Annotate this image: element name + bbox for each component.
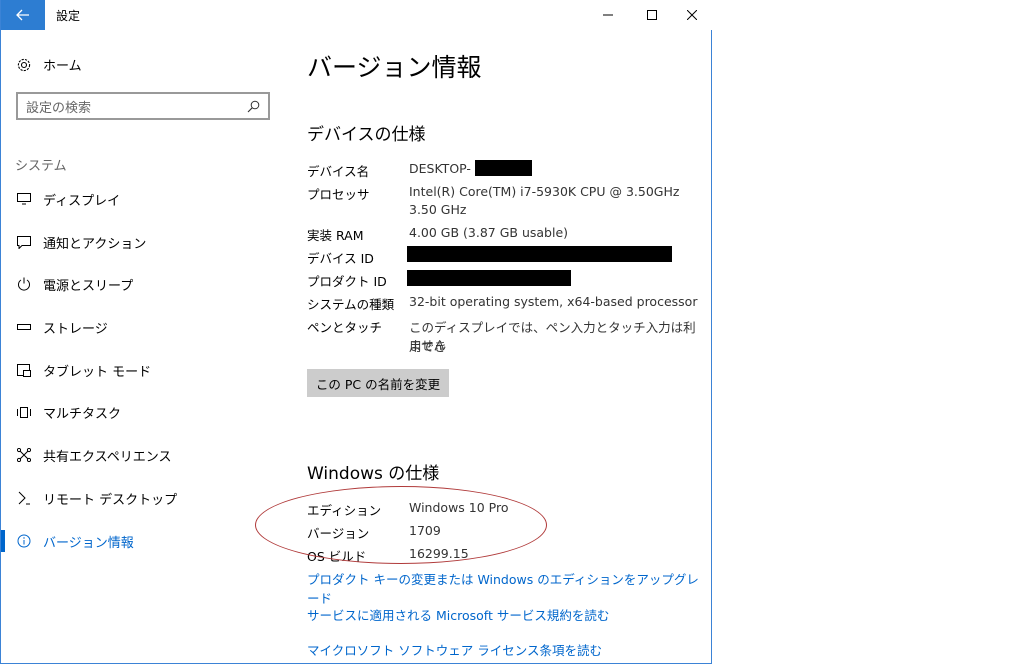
active-indicator	[1, 530, 5, 552]
title-bar: 設定	[1, 0, 712, 30]
remote-icon	[15, 491, 33, 505]
redaction-bar	[407, 246, 672, 262]
sidebar-item-remote-desktop[interactable]: リモート デスクトップ	[1, 483, 291, 513]
multitask-icon	[15, 406, 33, 418]
license-terms-link[interactable]: マイクロソフト ソフトウェア ライセンス条項を読む	[307, 640, 602, 659]
sidebar-item-label: タブレット モード	[43, 364, 152, 380]
spec-label: ペンとタッチ	[307, 320, 383, 335]
home-label: ホーム	[43, 59, 82, 74]
spec-value-continued: 3.50 GHz	[409, 202, 467, 217]
tablet-icon	[15, 363, 33, 377]
sidebar-home[interactable]: ホーム	[15, 55, 82, 74]
spec-label: システムの種類	[307, 297, 395, 312]
sidebar-item-tablet-mode[interactable]: タブレット モード	[1, 355, 291, 385]
sidebar-item-shared-experiences[interactable]: 共有エクスペリエンス	[1, 440, 291, 470]
section-label-system: システム	[15, 159, 67, 174]
gear-icon	[15, 57, 33, 73]
rename-pc-button[interactable]: この PC の名前を変更	[307, 369, 449, 397]
back-arrow-icon	[16, 9, 29, 21]
minimize-icon	[603, 14, 613, 16]
close-icon	[687, 10, 697, 20]
page-title: バージョン情報	[307, 53, 482, 82]
spec-label: デバイス名	[307, 164, 370, 179]
spec-label: 実装 RAM	[307, 228, 364, 243]
monitor-icon	[15, 193, 33, 205]
spec-label: プロダクト ID	[307, 274, 387, 289]
sidebar-item-multitasking[interactable]: マルチタスク	[1, 397, 291, 427]
window-title: 設定	[56, 9, 81, 23]
sidebar: ホーム 設定の検索 システム ディスプレイ 通知とアクション 電源とスリープ ス…	[1, 30, 291, 664]
power-icon	[15, 277, 33, 291]
sidebar-item-notifications[interactable]: 通知とアクション	[1, 227, 291, 257]
spec-value: 32-bit operating system, x64-based proce…	[409, 294, 698, 309]
sidebar-item-label: バージョン情報	[43, 535, 134, 551]
search-placeholder: 設定の検索	[26, 100, 92, 116]
search-input[interactable]: 設定の検索	[16, 92, 270, 120]
notification-icon	[15, 235, 33, 249]
sidebar-item-label: リモート デスクトップ	[43, 492, 178, 508]
upgrade-edition-link[interactable]: プロダクト キーの変更または Windows のエディションをアップグレード	[307, 569, 707, 607]
sidebar-item-label: ディスプレイ	[43, 193, 121, 209]
spec-label: プロセッサ	[307, 187, 370, 202]
sidebar-item-label: マルチタスク	[43, 406, 122, 422]
share-icon	[15, 448, 33, 462]
sidebar-item-label: 共有エクスペリエンス	[43, 449, 172, 465]
spec-value-continued: ません	[409, 338, 447, 353]
spec-value: このディスプレイでは、ペン入力とタッチ入力は利用でき	[409, 320, 696, 354]
spec-value: 4.00 GB (3.87 GB usable)	[409, 225, 569, 240]
search-icon	[247, 100, 260, 112]
sidebar-item-storage[interactable]: ストレージ	[1, 312, 291, 342]
storage-icon	[15, 324, 33, 330]
sidebar-item-about[interactable]: バージョン情報	[1, 526, 291, 556]
redaction-bar	[475, 160, 532, 176]
close-button[interactable]	[669, 0, 715, 30]
sidebar-item-power[interactable]: 電源とスリープ	[1, 269, 291, 299]
annotation-ellipse	[255, 486, 547, 564]
sidebar-item-label: ストレージ	[43, 321, 108, 337]
back-button[interactable]	[1, 0, 45, 30]
windows-spec-heading: Windows の仕様	[307, 464, 440, 484]
minimize-button[interactable]	[585, 0, 631, 30]
spec-value: Intel(R) Core(TM) i7-5930K CPU @ 3.50GHz	[409, 184, 680, 199]
sidebar-item-label: 通知とアクション	[43, 236, 147, 252]
spec-label: デバイス ID	[307, 251, 374, 266]
spec-value: DESKTOP-	[409, 161, 471, 176]
settings-window: 設定 ホーム 設定の検索 システム ディスプレイ 通知とアクション 電源とスリー…	[0, 0, 712, 664]
sidebar-item-label: 電源とスリープ	[43, 278, 134, 294]
info-icon	[15, 534, 33, 548]
service-agreement-link[interactable]: サービスに適用される Microsoft サービス規約を読む	[307, 605, 609, 624]
redaction-bar	[407, 270, 571, 286]
sidebar-item-display[interactable]: ディスプレイ	[1, 184, 291, 214]
device-spec-heading: デバイスの仕様	[307, 125, 426, 145]
maximize-icon	[647, 10, 657, 20]
